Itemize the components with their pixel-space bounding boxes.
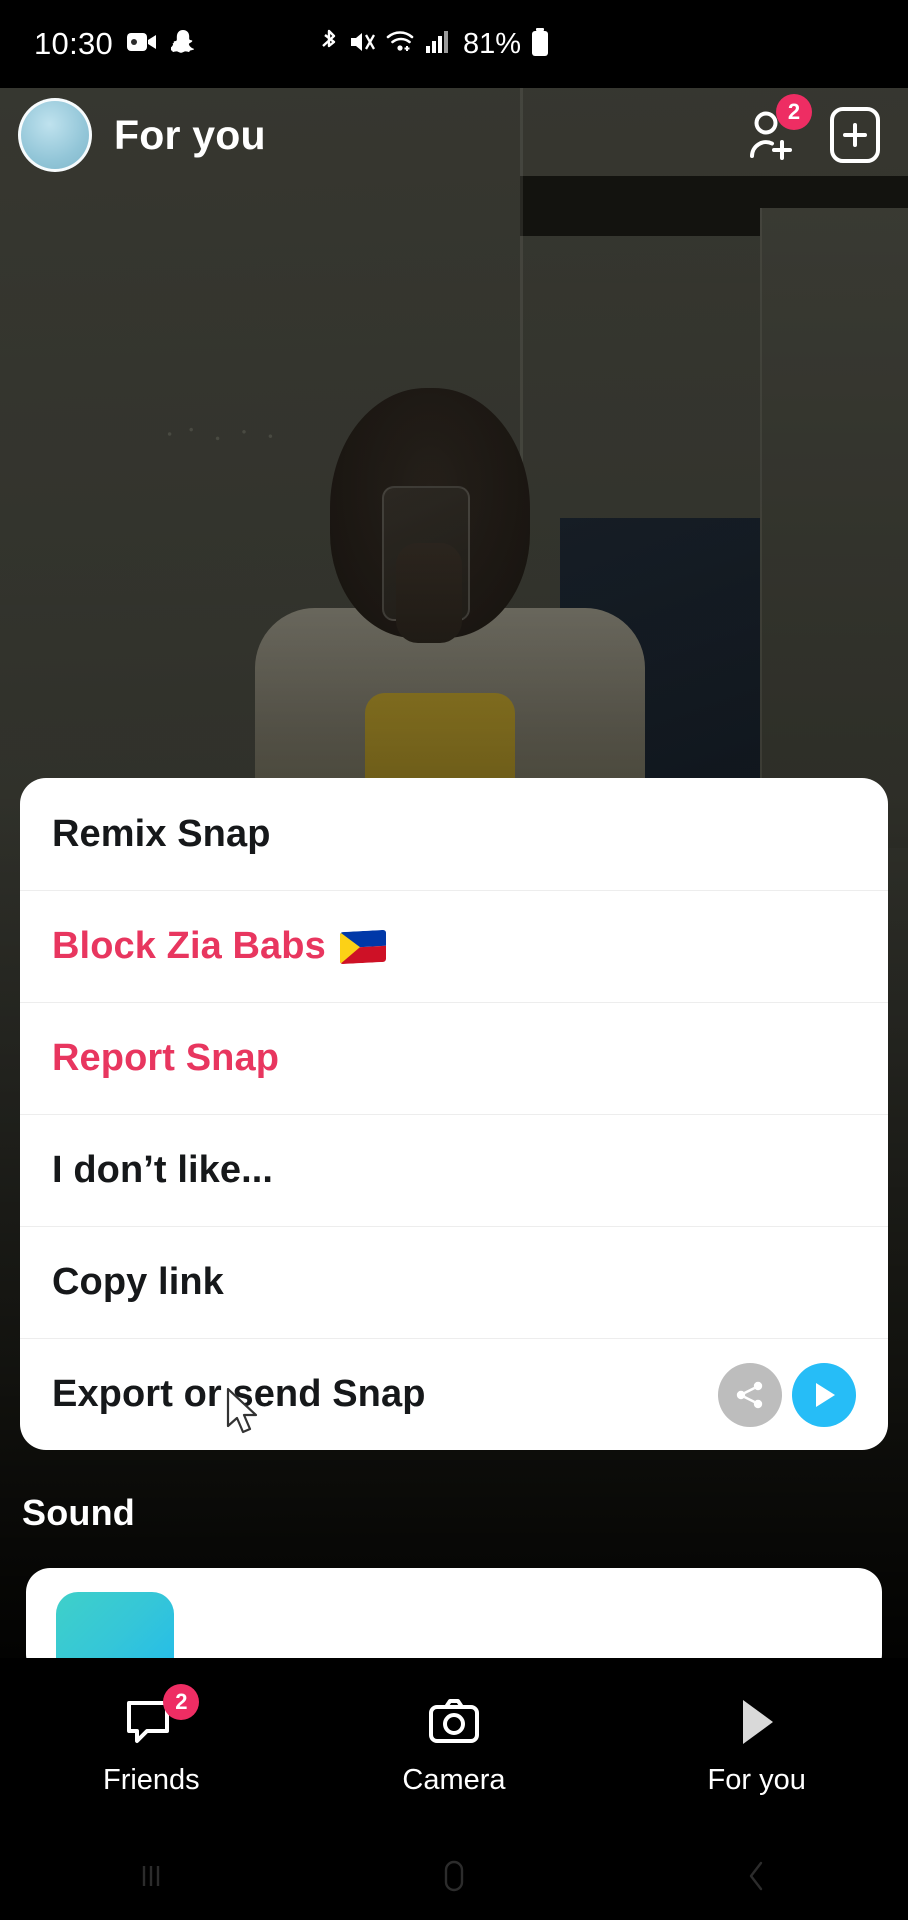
philippines-flag-icon	[339, 929, 386, 964]
plus-icon	[843, 123, 867, 147]
sound-section-title: Sound	[22, 1492, 135, 1533]
sheet-item-i-dont-like[interactable]: I don’t like...	[20, 1114, 888, 1226]
play-triangle-icon	[742, 1699, 773, 1744]
home-button[interactable]	[303, 1854, 606, 1898]
home-icon	[444, 1860, 464, 1892]
mute-icon	[349, 29, 377, 60]
app-header: For you 2	[0, 88, 908, 182]
nav-item-camera[interactable]: Camera	[303, 1694, 606, 1797]
battery-icon	[530, 27, 550, 61]
recents-icon	[143, 1866, 160, 1886]
share-button[interactable]	[718, 1362, 782, 1427]
sheet-item-export-or-send-snap[interactable]: Export or send Snap	[20, 1338, 888, 1450]
back-icon	[749, 1861, 762, 1891]
add-snap-button[interactable]	[830, 107, 880, 163]
nav-label-friends: Friends	[102, 1763, 200, 1796]
status-bar-right: 81%	[318, 27, 880, 61]
sheet-item-label: Export or send Snap	[52, 1373, 426, 1415]
camera-icon-wrap	[428, 1694, 480, 1750]
sheet-item-report-snap[interactable]: Report Snap	[20, 1002, 888, 1114]
sheet-trailing-actions	[718, 1362, 856, 1427]
friends-badge: 2	[163, 1683, 200, 1720]
sheet-item-block-user[interactable]: Block Zia Babs	[20, 890, 888, 1002]
sheet-item-label: Report Snap	[52, 1037, 280, 1079]
bluetooth-icon	[318, 28, 340, 61]
add-friend-button[interactable]: 2	[746, 94, 812, 162]
send-icon	[816, 1382, 835, 1407]
sheet-item-label: Remix Snap	[52, 812, 271, 855]
camera-icon	[429, 1698, 479, 1743]
header-actions: 2	[746, 94, 880, 163]
add-friend-badge: 2	[776, 94, 812, 130]
snap-options-action-sheet: Remix Snap Block Zia Babs Report Snap I …	[20, 778, 888, 1450]
snapchat-ghost-icon	[168, 29, 195, 59]
recents-button[interactable]	[0, 1856, 303, 1896]
wifi-icon	[386, 29, 416, 59]
for-you-icon-wrap	[733, 1694, 781, 1750]
status-bar-left: 10:30	[34, 26, 195, 62]
sheet-item-remix-snap[interactable]: Remix Snap	[20, 778, 888, 890]
status-bar: 10:30 81%	[0, 0, 908, 88]
send-button[interactable]	[792, 1362, 856, 1427]
share-icon	[736, 1381, 763, 1408]
nav-item-for-you[interactable]: For you	[605, 1694, 908, 1797]
battery-percent-label: 81%	[462, 27, 521, 60]
bottom-navigation: 2 Friends Camera For you	[0, 1658, 908, 1832]
nav-label-camera: Camera	[402, 1763, 506, 1796]
nav-label-for-you: For you	[707, 1763, 806, 1796]
snapchat-for-you-screen: 10:30 81% For you 2 Remix Snap Block Zia…	[0, 0, 908, 1920]
sheet-item-label: I don’t like...	[52, 1149, 274, 1191]
status-time: 10:30	[34, 26, 114, 61]
friends-icon-wrap: 2	[125, 1683, 200, 1750]
avatar[interactable]	[18, 98, 92, 172]
cellular-signal-icon	[425, 29, 451, 59]
page-title: For you	[114, 111, 266, 158]
sheet-item-label: Block Zia Babs	[52, 925, 326, 967]
sheet-item-copy-link[interactable]: Copy link	[20, 1226, 888, 1338]
camera-recording-icon	[127, 31, 157, 58]
android-navigation-bar	[0, 1832, 908, 1920]
back-button[interactable]	[605, 1854, 908, 1898]
nav-item-friends[interactable]: 2 Friends	[0, 1683, 303, 1797]
sheet-item-label: Copy link	[52, 1261, 224, 1303]
